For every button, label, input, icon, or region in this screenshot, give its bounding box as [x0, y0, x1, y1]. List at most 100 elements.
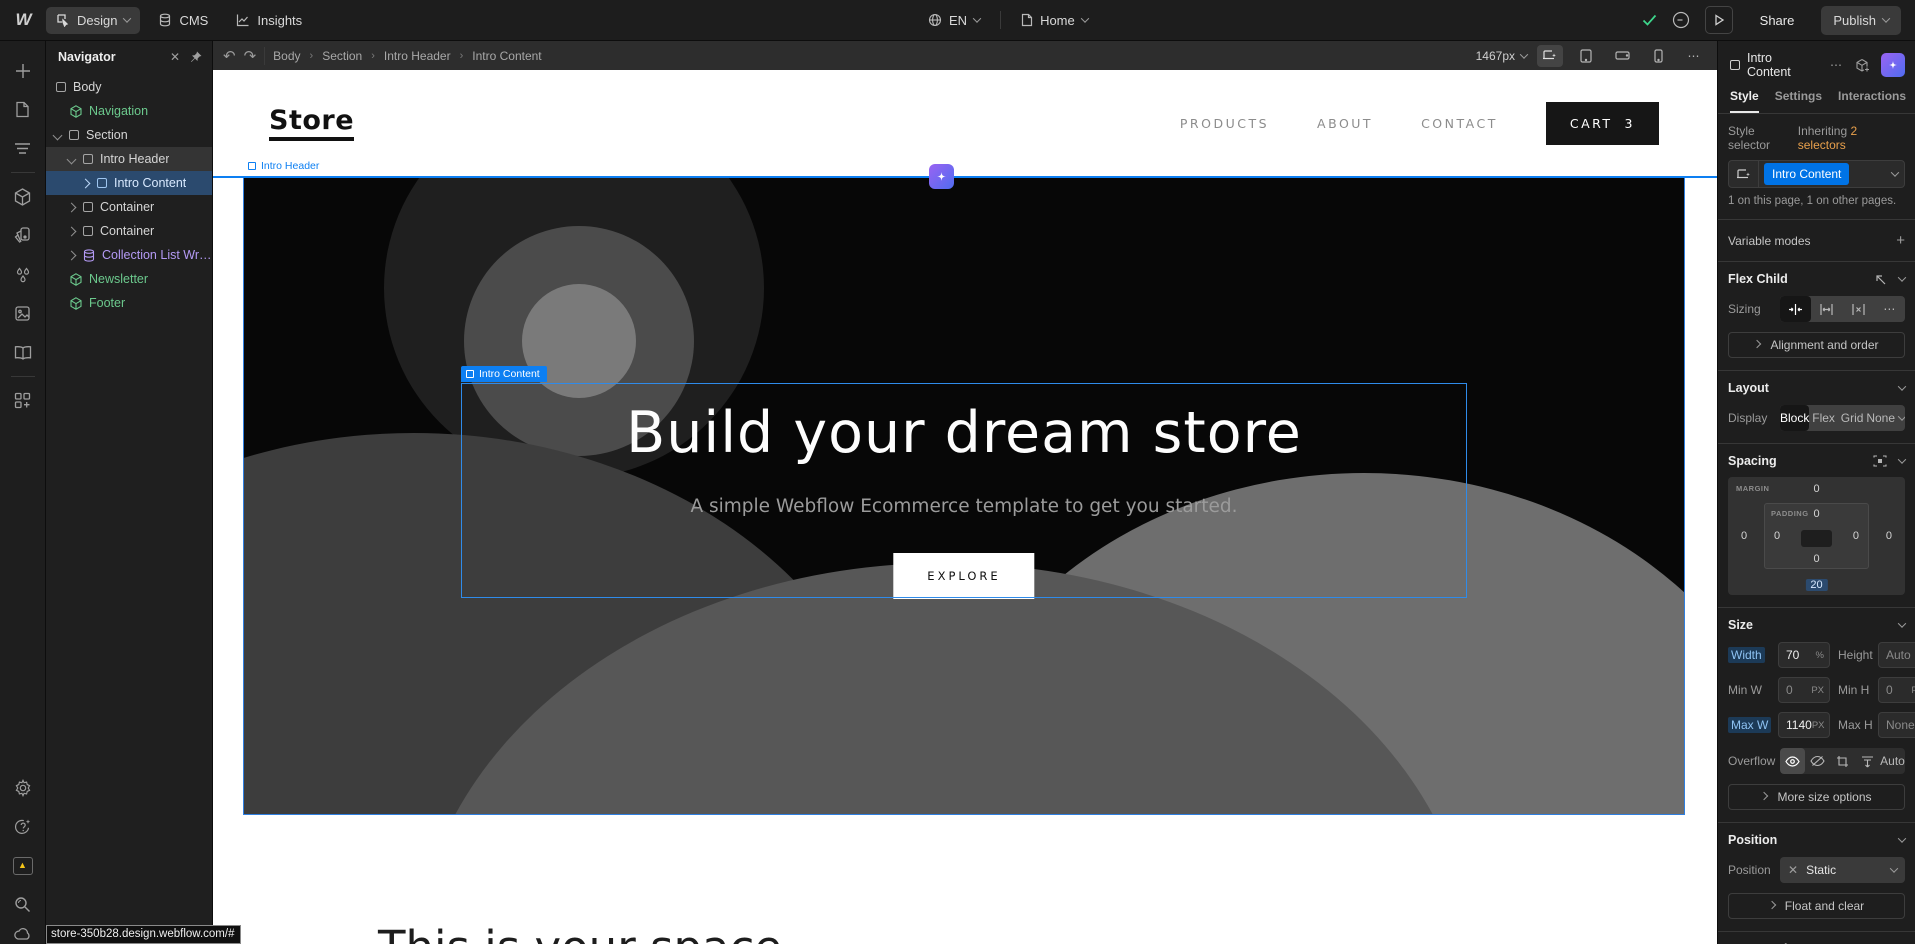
height-input[interactable]: Auto- [1878, 642, 1915, 668]
overflow-visible-eye-icon[interactable] [1780, 748, 1805, 774]
class-pill[interactable]: Intro Content [1764, 163, 1849, 185]
site-logo-link[interactable]: Store [269, 105, 354, 141]
preview-button[interactable] [1705, 6, 1733, 34]
nav-link-contact[interactable]: CONTACT [1421, 116, 1498, 131]
close-icon[interactable]: ✕ [170, 50, 180, 64]
more-options-icon[interactable]: ⋯ [1830, 58, 1842, 72]
alignment-and-order-button[interactable]: Alignment and order [1728, 332, 1905, 358]
intro-content-element-label[interactable]: Intro Content [461, 366, 547, 382]
chevron-down-icon[interactable] [1898, 273, 1906, 281]
ai-assistant-button[interactable] [929, 164, 954, 189]
chevron-down-icon[interactable] [1898, 834, 1906, 842]
share-button[interactable]: Share [1747, 6, 1808, 35]
breadcrumb-intro-content[interactable]: Intro Content [472, 49, 541, 63]
breadcrumb-body[interactable]: Body [273, 49, 300, 63]
cms-button[interactable]: CMS [148, 7, 218, 34]
position-dropdown[interactable]: ✕ Static [1780, 857, 1905, 883]
chevron-collapsed-icon[interactable] [67, 250, 77, 260]
tab-style[interactable]: Style [1730, 89, 1759, 113]
more-size-options-button[interactable]: More size options [1728, 784, 1905, 810]
tree-item-collection-list[interactable]: Collection List Wra... [46, 243, 212, 267]
components-icon[interactable] [0, 177, 46, 216]
max-width-input[interactable]: 1140PX [1778, 712, 1830, 738]
tree-item-intro-header[interactable]: Intro Header [46, 147, 212, 171]
chevron-expanded-icon[interactable] [53, 130, 63, 140]
chevron-down-icon[interactable] [1898, 619, 1906, 627]
overflow-auto-option[interactable]: Auto [1880, 748, 1905, 774]
overflow-clip-frame-icon[interactable] [1830, 748, 1855, 774]
max-height-input[interactable]: None- [1878, 712, 1915, 738]
nav-link-products[interactable]: PRODUCTS [1180, 116, 1269, 131]
design-mode-button[interactable]: Design [46, 7, 140, 34]
settings-gear-icon[interactable] [0, 768, 46, 807]
sizing-grow-icon[interactable] [1811, 296, 1842, 322]
redo-icon[interactable]: ↷ [244, 47, 257, 65]
pin-icon[interactable] [190, 51, 202, 63]
padding-bottom-value[interactable]: 0 [1813, 553, 1819, 565]
min-height-input[interactable]: 0PX [1878, 677, 1915, 703]
assets-image-icon[interactable] [0, 294, 46, 333]
add-icon[interactable] [0, 51, 46, 90]
styles-swatch-icon[interactable] [0, 216, 46, 255]
cart-button[interactable]: CART 3 [1546, 102, 1659, 145]
padding-top-value[interactable]: 0 [1813, 508, 1819, 520]
upgrade-triangle-icon[interactable]: ▲ [0, 846, 46, 885]
variables-drops-icon[interactable] [0, 255, 46, 294]
sizing-shrink-icon[interactable] [1780, 296, 1811, 322]
display-block-option[interactable]: Block [1780, 405, 1809, 431]
webflow-logo[interactable]: W [0, 10, 46, 30]
width-input[interactable]: 70% [1778, 642, 1830, 668]
more-breakpoints-icon[interactable]: ⋯ [1681, 45, 1707, 67]
intro-header-section[interactable]: Build your dream store A simple Webflow … [243, 178, 1685, 815]
tab-interactions[interactable]: Interactions [1838, 89, 1906, 113]
tree-item-section[interactable]: Section [46, 123, 212, 147]
page-selector[interactable]: Home [1011, 7, 1098, 34]
comments-icon[interactable] [1671, 10, 1691, 30]
sizing-none-icon[interactable] [1843, 296, 1874, 322]
display-grid-option[interactable]: Grid [1838, 405, 1866, 431]
cloud-icon[interactable] [0, 924, 46, 944]
display-flex-option[interactable]: Flex [1809, 405, 1837, 431]
overflow-scroll-icon[interactable] [1855, 748, 1880, 774]
ai-assistant-button[interactable] [1881, 53, 1905, 77]
margin-right-value[interactable]: 0 [1886, 530, 1892, 542]
insights-button[interactable]: Insights [226, 7, 312, 34]
pages-icon[interactable] [0, 90, 46, 129]
desktop-base-breakpoint-icon[interactable] [1537, 45, 1563, 67]
float-and-clear-button[interactable]: Float and clear [1728, 893, 1905, 919]
inherited-from-icon[interactable] [1874, 273, 1887, 286]
chevron-down-icon[interactable] [1898, 382, 1906, 390]
viewport-width-dropdown[interactable]: 1467px [1476, 49, 1527, 63]
tab-settings[interactable]: Settings [1775, 89, 1822, 113]
min-width-input[interactable]: 0PX [1778, 677, 1830, 703]
tree-item-intro-content[interactable]: Intro Content [46, 171, 212, 195]
apps-grid-icon[interactable] [0, 381, 46, 420]
tree-item-container[interactable]: Container [46, 195, 212, 219]
nav-link-about[interactable]: ABOUT [1317, 116, 1373, 131]
chevron-collapsed-icon[interactable] [67, 202, 77, 212]
tree-item-container[interactable]: Container [46, 219, 212, 243]
search-icon[interactable] [0, 885, 46, 924]
padding-right-value[interactable]: 0 [1853, 530, 1859, 542]
tree-item-body[interactable]: Body [46, 75, 212, 99]
add-variable-mode-icon[interactable]: + [1896, 232, 1905, 249]
spacing-settings-icon[interactable] [1873, 455, 1887, 467]
chevron-expanded-icon[interactable] [67, 154, 77, 164]
undo-icon[interactable]: ↶ [223, 47, 236, 65]
display-none-option[interactable]: None [1866, 405, 1905, 431]
chevron-collapsed-icon[interactable] [81, 178, 91, 188]
next-section-heading[interactable]: This is your space [378, 921, 782, 944]
margin-top-value[interactable]: 0 [1813, 483, 1819, 495]
chevron-down-icon[interactable] [1898, 455, 1906, 463]
tree-item-navigation[interactable]: Navigation [46, 99, 212, 123]
margin-bottom-value[interactable]: 20 [1805, 579, 1827, 591]
phone-portrait-breakpoint-icon[interactable] [1645, 45, 1671, 67]
sizing-more-icon[interactable]: ⋯ [1874, 296, 1905, 322]
chevron-collapsed-icon[interactable] [67, 226, 77, 236]
locale-switcher[interactable]: EN [918, 7, 990, 34]
design-canvas[interactable]: Store PRODUCTS ABOUT CONTACT CART 3 [213, 70, 1717, 944]
class-selector-input[interactable]: Intro Content [1728, 160, 1905, 188]
breadcrumb-section[interactable]: Section [322, 49, 362, 63]
libraries-book-icon[interactable] [0, 333, 46, 372]
overflow-hidden-eye-slash-icon[interactable] [1805, 748, 1830, 774]
